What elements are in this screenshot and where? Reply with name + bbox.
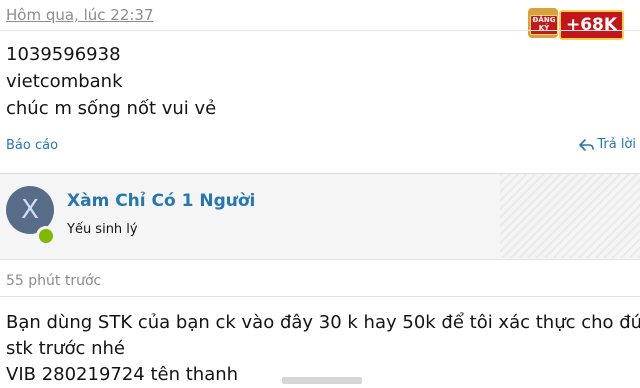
- post-timestamp[interactable]: Hôm qua, lúc 22:37: [6, 6, 154, 24]
- user-rank: Yếu sinh lý: [67, 222, 138, 237]
- promo-register-label: ĐĂNG KÝ: [530, 15, 558, 35]
- post-text-line: chúc m sống nốt vui vẻ: [6, 98, 217, 119]
- promo-banner[interactable]: ĐĂNG KÝ +68K: [528, 8, 624, 40]
- floating-bar[interactable]: [282, 377, 362, 384]
- divider: [0, 259, 640, 260]
- post-1: Hôm qua, lúc 22:37 ĐĂNG KÝ +68K 10395969…: [0, 0, 640, 173]
- reply-arrow-icon: [579, 138, 595, 152]
- online-status-icon: [36, 226, 56, 246]
- reply-button[interactable]: Trả lời: [579, 137, 636, 152]
- post-text-line: Bạn dùng STK của bạn ck vào đây 30 k hay…: [6, 312, 640, 333]
- reply-label: Trả lời: [597, 137, 636, 152]
- post-timestamp[interactable]: 55 phút trước: [6, 273, 101, 289]
- divider: [0, 30, 640, 31]
- promo-amount: +68K: [559, 10, 624, 40]
- post-text-line: vietcombank: [6, 71, 123, 92]
- post-text-line: stk trước nhé: [6, 338, 125, 359]
- post-text-line: VIB 280219724 tên thanh: [6, 364, 239, 385]
- divider: [0, 296, 640, 297]
- decorative-stripes: [500, 174, 640, 258]
- post-text-line: 1039596938: [6, 44, 121, 65]
- report-link[interactable]: Báo cáo: [6, 138, 58, 153]
- username-link[interactable]: Xàm Chỉ Có 1 Người: [67, 191, 255, 211]
